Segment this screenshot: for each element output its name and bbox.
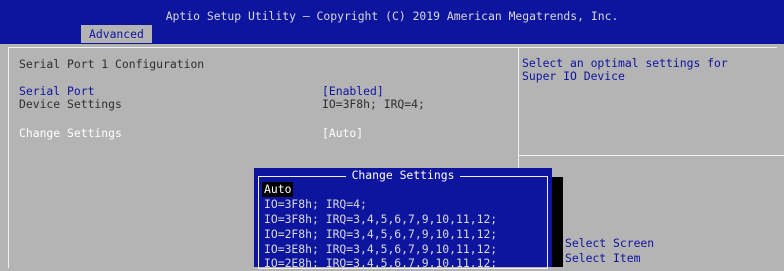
serial-port-value[interactable]: [Enabled]: [322, 84, 384, 98]
help-text-line-1: Select an optimal settings for: [522, 56, 728, 70]
change-settings-label[interactable]: Change Settings: [19, 126, 122, 140]
device-settings-value: IO=3F8h; IRQ=4;: [322, 97, 425, 111]
popup-title-text: Change Settings: [345, 168, 461, 182]
popup-option[interactable]: IO=2E8h; IRQ=3,4,5,6,7,9,10,11,12;: [264, 256, 497, 271]
popup-title: Change Settings: [254, 168, 552, 182]
change-settings-value[interactable]: [Auto]: [322, 126, 363, 140]
tab-advanced[interactable]: Advanced: [81, 25, 152, 43]
help-text-line-2: Super IO Device: [522, 69, 625, 83]
help-divider: [519, 155, 784, 156]
serial-port-label[interactable]: Serial Port: [19, 84, 94, 98]
app-title: Aptio Setup Utility – Copyright (C) 2019…: [165, 9, 619, 23]
popup-option[interactable]: IO=3E8h; IRQ=3,4,5,6,7,9,10,11,12;: [264, 242, 497, 257]
popup-option[interactable]: IO=3F8h; IRQ=3,4,5,6,7,9,10,11,12;: [264, 212, 497, 227]
change-settings-popup: Change Settings Auto IO=3F8h; IRQ=4; IO=…: [254, 168, 552, 270]
help-key-select-item: Select Item: [565, 251, 641, 265]
popup-option-auto[interactable]: Auto: [262, 182, 294, 197]
popup-option[interactable]: IO=2F8h; IRQ=3,4,5,6,7,9,10,11,12;: [264, 227, 497, 242]
header-bar: Aptio Setup Utility – Copyright (C) 2019…: [0, 0, 784, 44]
popup-option[interactable]: IO=3F8h; IRQ=4;: [264, 197, 367, 212]
help-key-select-screen: Select Screen: [565, 236, 655, 250]
device-settings-label: Device Settings: [19, 97, 122, 111]
help-top-border: [519, 47, 777, 48]
section-title: Serial Port 1 Configuration: [19, 57, 205, 71]
